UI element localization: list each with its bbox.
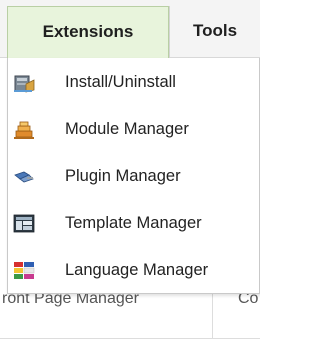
plugin-icon [12, 164, 36, 188]
menu-item-label: Plugin Manager [65, 166, 181, 185]
menu-item-label: Template Manager [65, 213, 202, 232]
divider [212, 294, 213, 338]
menu-item-plugin-manager[interactable]: Plugin Manager [8, 153, 259, 199]
menu-item-module-manager[interactable]: Module Manager [8, 106, 259, 152]
install-icon [12, 70, 36, 94]
top-menu-bar: Extensions Tools [0, 0, 260, 58]
menu-item-label: Install/Uninstall [65, 72, 176, 91]
menu-item-language-manager[interactable]: Language Manager [8, 247, 259, 293]
menu-item-label: Language Manager [65, 260, 209, 279]
divider [0, 338, 260, 339]
menu-item-template-manager[interactable]: Template Manager [8, 200, 259, 246]
menu-item-install-uninstall[interactable]: Install/Uninstall [8, 59, 259, 105]
menu-tab-tools[interactable]: Tools [169, 6, 260, 58]
menu-item-label: Module Manager [65, 119, 189, 138]
language-icon [12, 258, 36, 282]
module-icon [12, 117, 36, 141]
template-icon [12, 211, 36, 235]
extensions-dropdown: Install/Uninstall Module Manager Plugin … [7, 58, 260, 294]
screen: ront Page Manager Co Extensions Tools In… [0, 0, 260, 354]
menu-tab-extensions[interactable]: Extensions [7, 6, 169, 58]
